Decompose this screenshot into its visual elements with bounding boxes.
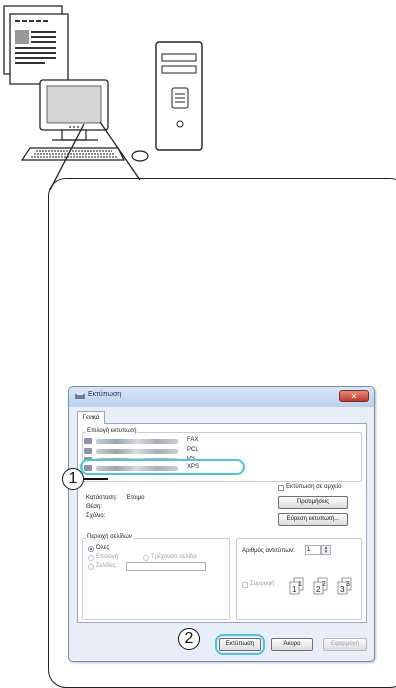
printer-name-blurred	[96, 439, 178, 444]
printer-icon	[84, 438, 92, 444]
tab-general[interactable]: Γενικά	[77, 411, 105, 424]
current-page-label: Τρέχουσα σελίδα	[151, 554, 197, 560]
find-printer-button[interactable]: Εύρεση εκτυπωτή...	[278, 513, 348, 526]
status-label: Κατάσταση:	[86, 495, 118, 501]
printer-icon	[75, 392, 85, 399]
copies-label: Αριθμός αντιτύπων:	[242, 548, 295, 554]
print-button-highlight	[215, 634, 265, 655]
svg-text:2: 2	[316, 585, 321, 594]
status-value: Έτοιμο	[126, 495, 145, 501]
svg-text:1: 1	[298, 581, 302, 588]
selection-label: Επιλογή	[96, 554, 119, 560]
general-tab-panel: Επιλογή εκτυπωτή FAX PCL PS XPS Εκτύπωση…	[77, 423, 367, 623]
current-page-radio[interactable]	[143, 555, 149, 561]
svg-text:3: 3	[346, 581, 350, 588]
dialog-title: Εκτύπωση	[88, 391, 122, 398]
mouse-icon	[131, 150, 149, 162]
apply-button[interactable]: Εφαρμογή	[323, 638, 367, 651]
printer-list-item[interactable]: FAX	[84, 437, 234, 446]
tower-icon	[155, 41, 203, 151]
computer-illustration	[3, 5, 203, 190]
keyboard-icon	[20, 147, 125, 161]
copies-input[interactable]: 1	[305, 545, 321, 555]
all-pages-radio[interactable]	[88, 546, 94, 552]
print-dialog: Εκτύπωση ✕ Γενικά Επιλογή εκτυπωτή FAX P…	[68, 386, 375, 662]
printer-name-blurred	[96, 449, 178, 454]
printer-icon	[84, 448, 92, 454]
printer-name: PCL	[187, 447, 199, 453]
selection-radio[interactable]	[88, 555, 94, 561]
collate-pages-icon: 11 22 33	[289, 577, 352, 595]
step-1-connector	[84, 478, 108, 480]
location-label: Θέση:	[86, 504, 103, 510]
svg-text:3: 3	[340, 585, 345, 594]
dialog-titlebar[interactable]: Εκτύπωση ✕	[69, 387, 374, 407]
step-1-marker: 1	[62, 468, 84, 490]
page-range-label: Περιοχή σελίδων	[86, 534, 133, 540]
close-button[interactable]: ✕	[339, 390, 369, 402]
pages-radio[interactable]	[88, 564, 94, 570]
svg-text:2: 2	[322, 581, 326, 588]
monitor-icon	[39, 79, 109, 141]
document-icon	[3, 5, 69, 85]
collate-checkbox[interactable]	[242, 582, 248, 588]
pages-input[interactable]	[126, 562, 206, 571]
all-pages-label: Όλες	[96, 545, 110, 551]
svg-text:1: 1	[292, 585, 297, 594]
cancel-button[interactable]: Άκυρο	[271, 638, 313, 651]
print-to-file-label: Εκτύπωση σε αρχείο	[286, 484, 342, 490]
print-to-file-checkbox[interactable]	[278, 485, 284, 491]
xps-highlight	[80, 459, 245, 475]
collate-label: Συρραφή	[250, 581, 275, 587]
preferences-button[interactable]: Προτιμήσεις	[278, 496, 348, 509]
step-2-marker: 2	[178, 628, 200, 650]
pages-label: Σελίδες:	[96, 563, 118, 569]
select-printer-label: Επιλογή εκτυπωτή	[86, 428, 138, 434]
printer-name: FAX	[187, 437, 199, 443]
printer-list-item[interactable]: PCL	[84, 447, 234, 456]
copies-spinner[interactable]: ▲ ▼	[321, 545, 331, 555]
comment-label: Σχόλιο:	[86, 513, 106, 519]
